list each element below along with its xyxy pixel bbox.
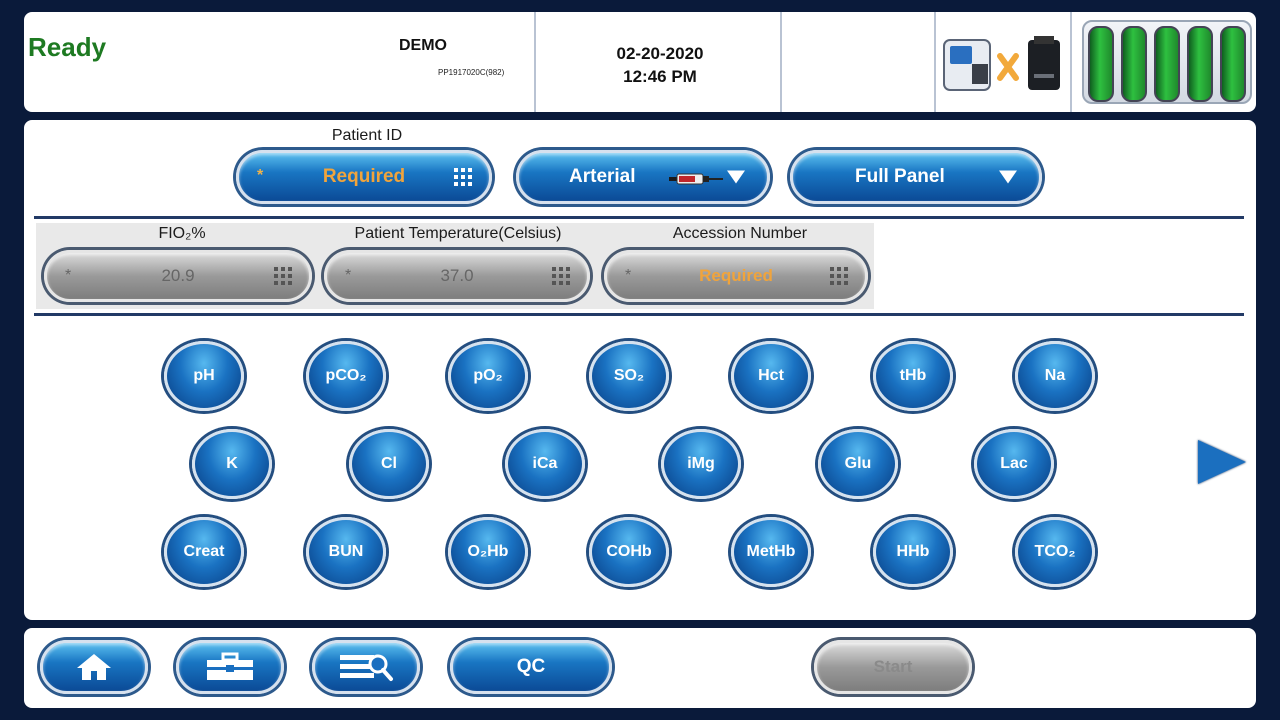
fio2-value: 20.9 <box>161 266 195 285</box>
analyte-cohb-button[interactable]: COHb <box>589 517 669 587</box>
fio2-field[interactable]: * 20.9 <box>44 250 312 302</box>
analyte-tco2-button[interactable]: TCO₂ <box>1015 517 1095 587</box>
keypad-icon[interactable] <box>551 266 571 286</box>
toolbox-button[interactable] <box>176 640 284 694</box>
analyte-o2hb-button[interactable]: O₂Hb <box>448 517 528 587</box>
bottom-toolbar: QC Start <box>24 628 1256 708</box>
device-serial: PP1917020C(982) <box>438 68 505 77</box>
qc-button[interactable]: QC <box>450 640 612 694</box>
keypad-icon[interactable] <box>453 167 473 187</box>
accession-label: Accession Number <box>672 225 808 242</box>
battery-cell <box>1121 26 1147 102</box>
datetime: 02-20-2020 12:46 PM <box>538 42 782 88</box>
home-icon <box>77 654 111 680</box>
test-setup-panel: Patient ID * Required Arterial Full Pane… <box>24 120 1256 620</box>
date-text: 02-20-2020 <box>616 44 704 63</box>
battery-cell <box>1154 26 1180 102</box>
panel-value: Full Panel <box>855 166 945 187</box>
home-button[interactable] <box>40 640 148 694</box>
toolbox-icon <box>207 652 253 680</box>
patient-id-field[interactable]: * Required <box>236 150 492 204</box>
patient-id-label: Patient ID <box>331 127 403 144</box>
patient-id-placeholder: Required <box>322 166 406 187</box>
required-asterisk: * <box>65 267 72 284</box>
analyte-glu-button[interactable]: Glu <box>818 429 898 499</box>
keypad-icon[interactable] <box>273 266 293 286</box>
analyte-hhb-button[interactable]: HHb <box>873 517 953 587</box>
search-list-icon <box>340 654 393 681</box>
next-page-arrow-icon[interactable] <box>1198 440 1246 484</box>
device-name: DEMO <box>399 37 447 54</box>
syringe-icon <box>669 173 723 185</box>
battery-cell <box>1187 26 1213 102</box>
required-asterisk: * <box>625 267 632 284</box>
status-ready-text: Ready <box>28 32 107 62</box>
battery-cell <box>1220 26 1246 102</box>
required-asterisk: * <box>345 267 352 284</box>
divider <box>780 12 782 112</box>
temperature-label: Patient Temperature(Celsius) <box>354 225 562 242</box>
analyte-k-button[interactable]: K <box>192 429 272 499</box>
analyte-cl-button[interactable]: Cl <box>349 429 429 499</box>
divider <box>934 12 936 112</box>
analyte-pco2-button[interactable]: pCO₂ <box>306 341 386 411</box>
divider <box>1070 12 1072 112</box>
analyte-creat-button[interactable]: Creat <box>164 517 244 587</box>
panel-dropdown[interactable]: Full Panel <box>790 150 1042 204</box>
search-results-button[interactable] <box>312 640 420 694</box>
analyte-po2-button[interactable]: pO₂ <box>448 341 528 411</box>
chevron-down-icon <box>999 170 1017 184</box>
section-divider <box>34 313 1244 316</box>
keypad-icon[interactable] <box>829 266 849 286</box>
battery-cell <box>1088 26 1114 102</box>
analyte-thb-button[interactable]: tHb <box>873 341 953 411</box>
accession-placeholder: Required <box>699 266 773 285</box>
sample-type-dropdown[interactable]: Arterial <box>516 150 770 204</box>
start-button[interactable]: Start <box>814 640 972 694</box>
chevron-down-icon <box>727 170 745 184</box>
analyte-na-button[interactable]: Na <box>1015 341 1095 411</box>
time-text: 12:46 PM <box>623 67 697 86</box>
analyte-ph-button[interactable]: pH <box>164 341 244 411</box>
accession-field[interactable]: * Required <box>604 250 868 302</box>
section-divider <box>34 216 1244 219</box>
analyte-methb-button[interactable]: MetHb <box>731 517 811 587</box>
analyte-bun-button[interactable]: BUN <box>306 517 386 587</box>
analyzer-printer-disconnected-icon[interactable] <box>942 34 1068 94</box>
analyte-hct-button[interactable]: Hct <box>731 341 811 411</box>
analyte-so2-button[interactable]: SO₂ <box>589 341 669 411</box>
status-bar: Ready DEMO PP1917020C(982) 02-20-2020 12… <box>24 12 1256 112</box>
temperature-value: 37.0 <box>440 266 474 285</box>
required-asterisk: * <box>257 167 264 184</box>
sample-type-value: Arterial <box>569 166 636 187</box>
analyte-ica-button[interactable]: iCa <box>505 429 585 499</box>
analyte-lac-button[interactable]: Lac <box>974 429 1054 499</box>
fio2-label: FIO₂% <box>158 225 206 242</box>
analyte-img-button[interactable]: iMg <box>661 429 741 499</box>
battery-indicator <box>1082 20 1252 104</box>
divider <box>534 12 536 112</box>
temperature-field[interactable]: * 37.0 <box>324 250 590 302</box>
